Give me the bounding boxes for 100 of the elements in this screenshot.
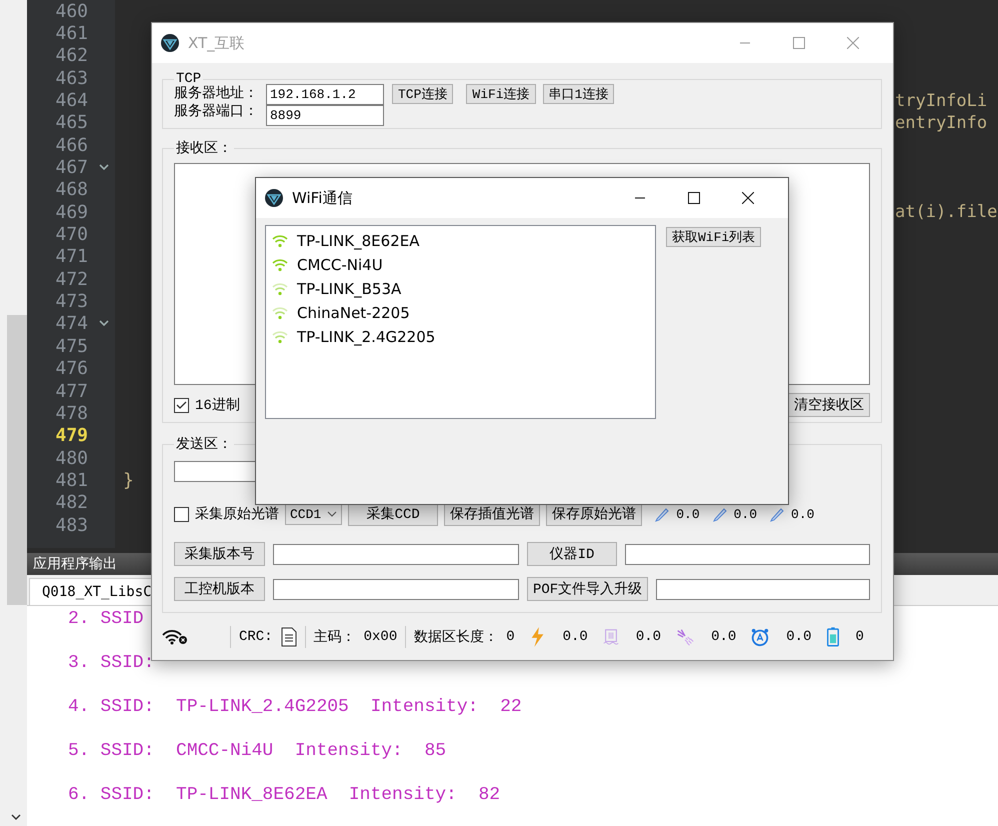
reading-value: 0.0: [791, 506, 814, 522]
checkbox[interactable]: [174, 398, 189, 412]
line-number: 477: [54, 380, 88, 402]
line-number: 467: [54, 157, 88, 178]
line-number: 483: [54, 514, 88, 536]
wifi-signal-icon: [272, 234, 288, 248]
refresh-button[interactable]: 获取WiFi列表: [666, 227, 762, 247]
tank-icon: [602, 627, 620, 647]
wifi-signal-icon: [272, 282, 288, 296]
fold-chevron-icon[interactable]: [99, 164, 109, 172]
document-icon: [280, 627, 297, 647]
info-button[interactable]: 采集版本号: [174, 542, 265, 566]
output-line: 3. SSID:: [68, 652, 156, 674]
checkbox-label: 16进制: [195, 396, 240, 414]
wifi-off-icon: [162, 629, 188, 645]
window-title: XT_互联: [188, 34, 246, 52]
chevron-down-icon[interactable]: [11, 814, 21, 820]
line-number: 465: [54, 112, 88, 134]
close-button[interactable]: [742, 192, 754, 204]
status-label: 数据区长度：: [414, 628, 498, 646]
info-field[interactable]: [273, 578, 519, 600]
line-number: 474: [54, 313, 88, 334]
spray-icon: [675, 627, 696, 647]
line-number: 463: [54, 68, 88, 89]
field-label: 服务器地址：: [174, 84, 258, 102]
code-text: tryInfoLi: [895, 90, 988, 111]
code-text: }: [123, 470, 134, 491]
network-name[interactable]: TP-LINK_B53A: [297, 280, 402, 298]
line-number: 462: [54, 45, 88, 66]
info-field[interactable]: [625, 544, 870, 564]
line-number: 471: [54, 246, 88, 268]
wifi-signal-icon: [272, 330, 288, 344]
output-line: 5. SSID: CMCC-Ni4U Intensity: 85: [68, 740, 448, 762]
line-number: 461: [54, 23, 88, 44]
maximize-button[interactable]: [688, 192, 700, 204]
alarm-clock-icon: [750, 627, 770, 647]
status-value: 0.0: [786, 629, 812, 645]
window-title: WiFi通信: [292, 188, 354, 208]
clear-button[interactable]: 清空接收区: [788, 393, 870, 417]
reading-value: 0.0: [676, 506, 700, 522]
line-number: 476: [54, 358, 88, 380]
output-line: 6. SSID: TP-LINK_8E62EA Intensity: 82: [68, 784, 502, 806]
line-number: 470: [54, 224, 88, 246]
code-text: at(i).file: [895, 202, 998, 222]
line-number: 475: [54, 336, 88, 357]
line-number: 464: [54, 90, 88, 112]
info-field[interactable]: [656, 578, 870, 600]
line-number: 468: [54, 179, 88, 200]
line-number: 480: [54, 448, 88, 469]
status-value: 0: [856, 629, 864, 645]
app-logo-icon: [160, 33, 180, 53]
status-value: 0x00: [364, 629, 398, 645]
connect-button[interactable]: WiFi连接: [466, 84, 536, 104]
network-name[interactable]: TP-LINK_8E62EA: [297, 232, 420, 250]
line-number: 479: [54, 425, 88, 446]
checkbox[interactable]: [174, 506, 189, 522]
battery-icon: [826, 626, 840, 648]
code-text: entryInfo: [895, 112, 988, 133]
port-field[interactable]: 8899: [266, 105, 384, 126]
status-value: 0.0: [562, 629, 588, 645]
fold-chevron-icon[interactable]: [99, 320, 109, 328]
line-number: 469: [54, 202, 88, 223]
group-title: 接收区：: [175, 139, 233, 157]
info-button[interactable]: 工控机版本: [174, 577, 265, 601]
wifi-signal-icon: [272, 258, 288, 272]
info-field[interactable]: [273, 544, 519, 564]
line-number: 478: [54, 402, 88, 424]
line-number: 482: [54, 492, 88, 514]
network-name[interactable]: ChinaNet-2205: [297, 304, 410, 322]
line-number: 481: [54, 470, 88, 491]
line-number: 472: [54, 268, 88, 290]
caret-icon: [327, 511, 338, 517]
address-field[interactable]: 192.168.1.2: [266, 84, 384, 105]
line-number: 473: [54, 291, 88, 312]
output-line: 4. SSID: TP-LINK_2.4G2205 Intensity: 22: [68, 696, 523, 718]
field-label: 服务器端口：: [174, 102, 258, 120]
ccd-dropdown[interactable]: CCD1: [285, 503, 342, 525]
output-line: 2. SSID: [68, 608, 145, 630]
crc-label: CRC:: [239, 629, 273, 645]
wifi-signal-icon: [272, 306, 288, 320]
wifi-list[interactable]: TP-LINK_8E62EA CMCC-Ni4U TP-LINK_B53A ChinaNet-2205 TP-LINK_2.4G2205: [265, 225, 656, 419]
app-logo-icon: [264, 188, 284, 208]
info-button[interactable]: POF文件导入升级: [527, 577, 648, 601]
status-value: 0.0: [711, 629, 736, 645]
info-button[interactable]: 仪器ID: [527, 542, 617, 566]
panel-title: 应用程序输出: [33, 555, 117, 573]
connect-button[interactable]: 串口1连接: [542, 84, 614, 104]
group-title: TCP: [176, 75, 202, 84]
network-name[interactable]: TP-LINK_2.4G2205: [297, 328, 436, 346]
status-value: 0.0: [636, 629, 662, 645]
line-number: 460: [54, 0, 88, 22]
checkbox-label: 采集原始光谱: [195, 506, 279, 523]
line-number: 466: [54, 134, 88, 156]
network-name[interactable]: CMCC-Ni4U: [297, 256, 383, 274]
output-tab[interactable]: Q018_XT_LibsC: [29, 578, 152, 605]
connect-button[interactable]: TCP连接: [392, 84, 454, 104]
scrollbar-thumb[interactable]: [7, 315, 27, 605]
group-title: 发送区：: [175, 436, 233, 453]
reading-value: 0.0: [734, 506, 758, 522]
status-value: 0: [506, 629, 515, 645]
